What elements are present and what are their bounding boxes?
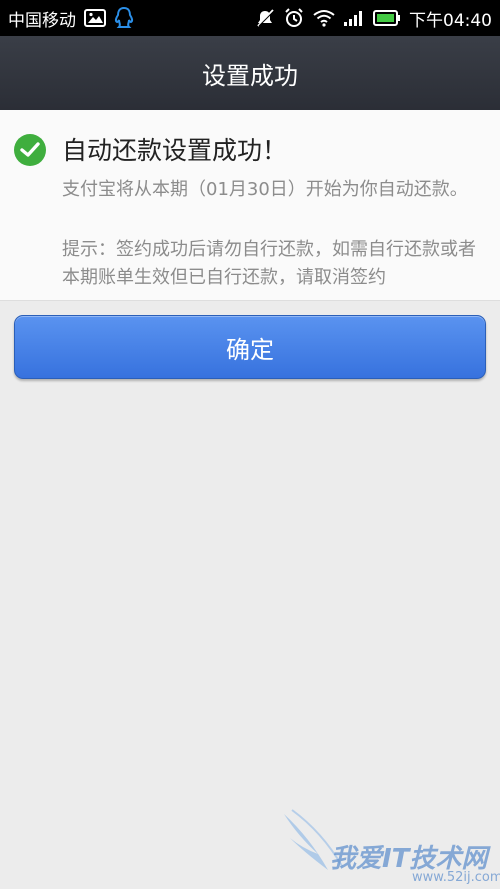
gallery-icon xyxy=(84,9,106,27)
mute-icon xyxy=(255,8,275,28)
status-bar: 中国移动 下午04:40 xyxy=(0,0,500,36)
result-description: 支付宝将从本期（01月30日）开始为你自动还款。 xyxy=(62,179,468,200)
clock-label: 下午04:40 xyxy=(409,10,492,31)
alarm-icon xyxy=(283,7,305,29)
watermark-url: www.52ij.com xyxy=(412,870,500,885)
page-header: 设置成功 xyxy=(0,36,500,111)
battery-icon xyxy=(373,9,401,27)
result-tip: 提示：签约成功后请勿自行还款，如需自行还款或者本期账单生效但已自行还款，请取消签… xyxy=(62,239,476,288)
signal-icon xyxy=(343,9,365,27)
page-title: 设置成功 xyxy=(202,61,298,90)
result-title: 自动还款设置成功！ xyxy=(62,136,288,165)
confirm-button[interactable]: 确定 xyxy=(14,315,486,379)
success-check-icon xyxy=(14,134,46,166)
wifi-icon xyxy=(313,9,335,27)
confirm-button-label: 确定 xyxy=(226,335,274,364)
site-watermark: 我爱IT技术网 www.52ij.com xyxy=(282,808,500,889)
qq-icon xyxy=(114,6,134,30)
carrier-label: 中国移动 xyxy=(8,10,76,31)
